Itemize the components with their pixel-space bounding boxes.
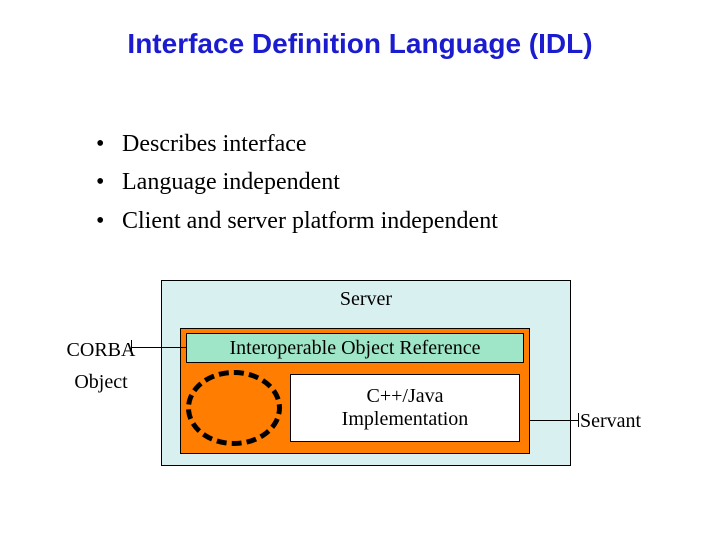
implementation-box: C++/Java Implementation [290,374,520,442]
bullet-text: Client and server platform independent [122,205,498,237]
bullet-icon: • [96,205,122,237]
connector-line-icon [578,413,579,427]
list-item: • Client and server platform independent [96,205,498,237]
bullet-text: Language independent [122,166,340,198]
connector-line-icon [131,340,132,354]
bullet-icon: • [96,166,122,198]
connector-line-icon [530,420,578,421]
implementation-label: C++/Java Implementation [342,385,469,431]
connector-line-icon [132,347,186,348]
impl-line1: C++/Java [366,385,443,407]
corba-line2: Object [74,371,127,393]
list-item: • Language independent [96,166,498,198]
impl-line2: Implementation [342,408,469,430]
slide: Interface Definition Language (IDL) • De… [0,0,720,540]
dashed-ellipse-icon [186,370,282,446]
server-label: Server [161,288,571,311]
servant-label: Servant [580,410,641,433]
list-item: • Describes interface [96,128,498,160]
bullet-icon: • [96,128,122,160]
slide-title: Interface Definition Language (IDL) [0,28,720,60]
corba-line1: CORBA [67,339,136,361]
bullet-text: Describes interface [122,128,307,160]
bullet-list: • Describes interface • Language indepen… [96,128,498,243]
corba-object-label: CORBA Object [56,334,146,398]
ior-bar: Interoperable Object Reference [186,333,524,363]
